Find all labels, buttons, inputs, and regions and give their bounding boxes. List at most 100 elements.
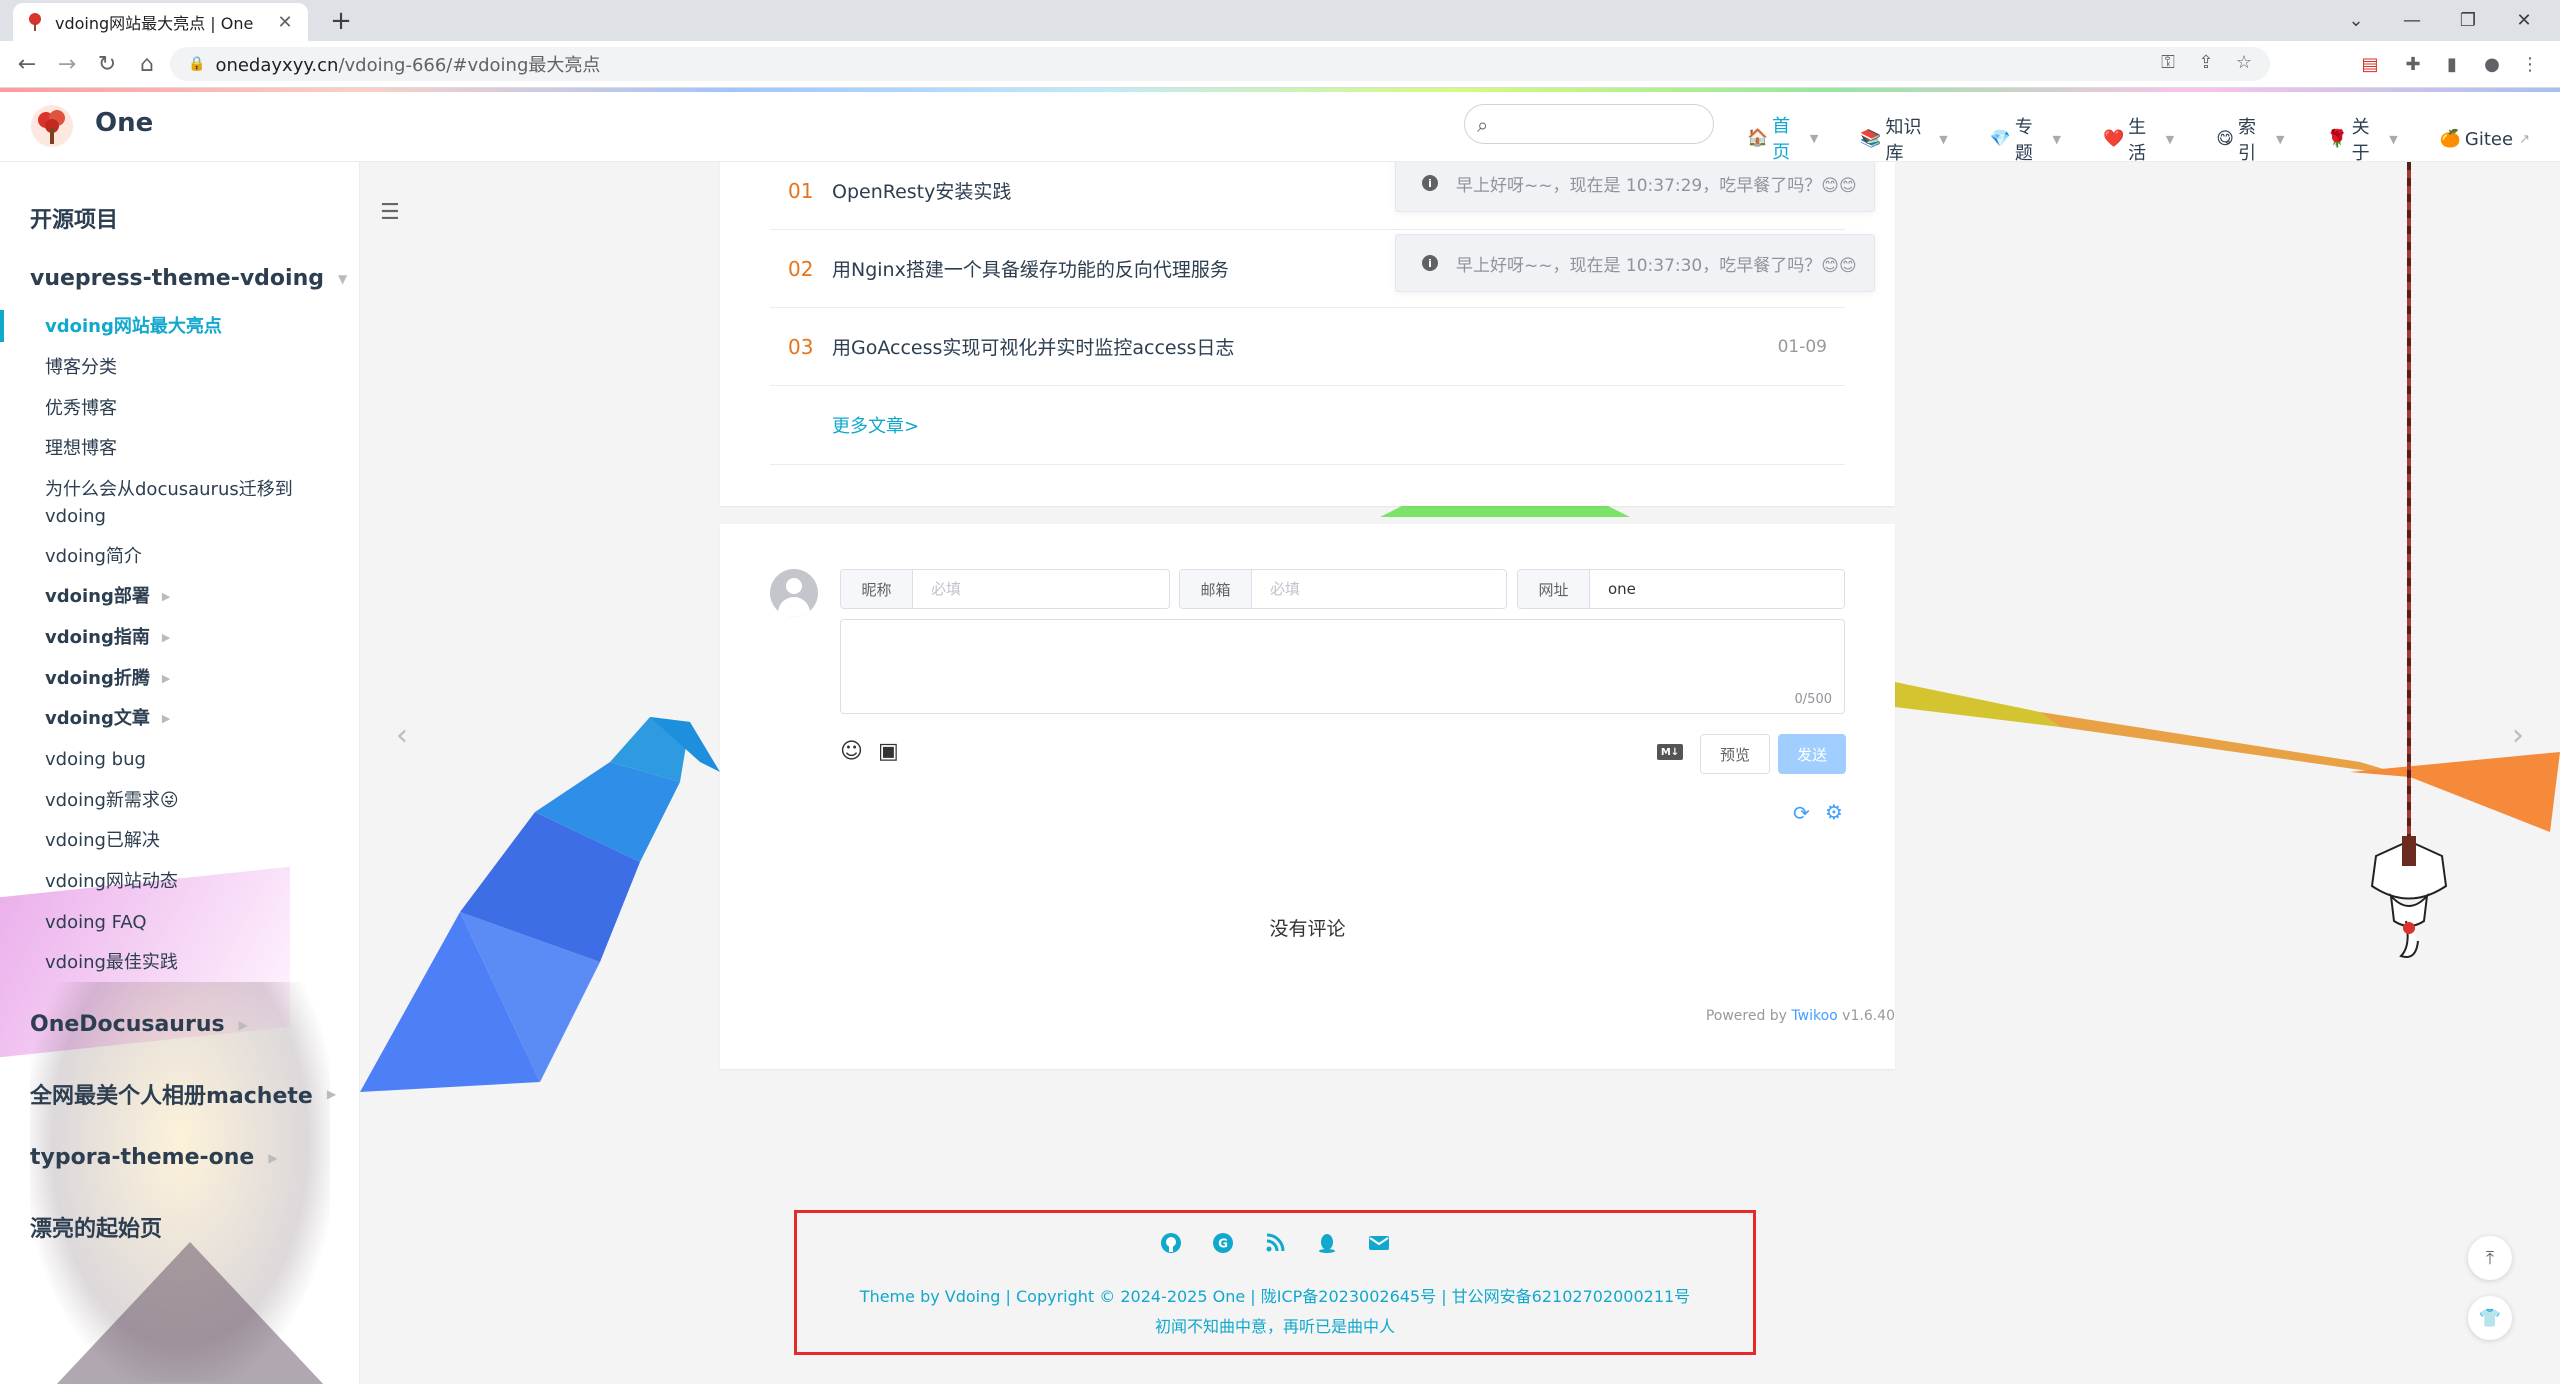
- theme-switch-button[interactable]: 👕: [2468, 1296, 2512, 1340]
- site-search-input[interactable]: ⌕: [1464, 104, 1714, 144]
- lock-icon: 🔒: [188, 56, 206, 72]
- new-tab-button[interactable]: +: [326, 6, 356, 36]
- rss-icon[interactable]: [1263, 1231, 1287, 1255]
- divider: [770, 464, 1845, 465]
- emoji-icon[interactable]: ☺: [840, 739, 863, 764]
- url-host: onedayxyy.cn: [215, 55, 339, 76]
- prev-page-arrow-icon[interactable]: ‹: [396, 718, 408, 753]
- site-name[interactable]: One: [95, 108, 153, 138]
- sidebar-folder-guide[interactable]: vdoing指南 ▶: [45, 624, 315, 651]
- sidebar-item-excellent-blogs[interactable]: 优秀博客: [45, 395, 315, 422]
- close-window-button[interactable]: ✕: [2496, 0, 2552, 41]
- gitee-icon[interactable]: G: [1211, 1231, 1235, 1255]
- reload-icon[interactable]: ↻: [92, 49, 122, 79]
- sidebar-group-vdoing[interactable]: vuepress-theme-vdoing ▼: [30, 266, 347, 291]
- browser-tab[interactable]: vdoing网站最大亮点 | One ✕: [13, 3, 308, 41]
- sidebar-item-ideal-blogs[interactable]: 理想博客: [45, 435, 315, 462]
- home-emoji-icon: 🏠: [1747, 128, 1769, 148]
- main-content: ☰ ‹ › 01 OpenResty安装实践 01-18 02 用Nginx搭建…: [360, 162, 2560, 1384]
- extensions-puzzle-icon[interactable]: ✚: [2398, 49, 2428, 79]
- sidebar-item-bug[interactable]: vdoing bug: [45, 746, 315, 773]
- sidebar-toggle-icon[interactable]: ☰: [380, 200, 400, 225]
- browser-menu-icon[interactable]: ⋮: [2515, 49, 2545, 79]
- bookmark-star-icon[interactable]: ☆: [2232, 52, 2256, 73]
- site-favicon-icon: [25, 12, 45, 32]
- github-icon[interactable]: [1159, 1231, 1183, 1255]
- share-icon[interactable]: ⇪: [2194, 52, 2218, 73]
- sidebar-item-migration[interactable]: 为什么会从docusaurus迁移到vdoing: [45, 476, 315, 530]
- chevron-right-icon: ▶: [161, 672, 171, 685]
- chevron-down-icon: ▼: [2389, 132, 2398, 146]
- twikoo-link[interactable]: Twikoo: [1791, 1008, 1837, 1024]
- website-input[interactable]: [1590, 570, 1844, 608]
- books-emoji-icon: 📚: [1860, 129, 1882, 149]
- sidebar-item-best-practice[interactable]: vdoing最佳实践: [45, 949, 315, 976]
- send-button[interactable]: 发送: [1778, 734, 1846, 774]
- footer-social-icons: G: [797, 1231, 1753, 1255]
- url-bar[interactable]: 🔒 onedayxyy.cn/vdoing-666/#vdoing最大亮点 ⚿ …: [170, 47, 2270, 81]
- image-upload-icon[interactable]: ▣: [878, 739, 899, 764]
- yum-emoji-icon: 😋: [2216, 129, 2234, 149]
- recent-articles-card: 01 OpenResty安装实践 01-18 02 用Nginx搭建一个具备缓存…: [720, 162, 1895, 506]
- article-row[interactable]: 03 用GoAccess实现可视化并实时监控access日志 01-09: [770, 308, 1845, 386]
- heart-emoji-icon: ❤️: [2102, 129, 2125, 149]
- sidebar-item-intro[interactable]: vdoing简介: [45, 543, 315, 570]
- info-icon: i: [1422, 175, 1438, 191]
- website-label: 网址: [1518, 570, 1590, 608]
- email-input[interactable]: [1252, 570, 1506, 608]
- sidebar-folder-articles[interactable]: vdoing文章 ▶: [45, 705, 315, 732]
- site-logo-icon[interactable]: [30, 104, 74, 148]
- refresh-icon[interactable]: ⟳: [1793, 801, 1810, 825]
- comment-textarea[interactable]: 0/500: [840, 619, 1845, 714]
- greeting-toast: i 早上好呀~~，现在是 10:37:29，吃早餐了吗？😊😊: [1395, 162, 1875, 212]
- nav-item-label: 首页: [1772, 116, 1791, 163]
- sidebar-group-open-source[interactable]: 开源项目: [30, 202, 118, 234]
- gear-icon[interactable]: ⚙: [1825, 800, 1843, 824]
- site-footer: G Theme by Vdoing | Copyright © 2024-202…: [794, 1210, 1756, 1355]
- commenter-avatar: [770, 569, 818, 617]
- forward-icon[interactable]: →: [52, 49, 82, 79]
- email-field: 邮箱: [1179, 569, 1507, 609]
- sidebar-item-resolved[interactable]: vdoing已解决: [45, 827, 315, 854]
- sidebar-group-typora[interactable]: typora-theme-one ▶: [30, 1145, 278, 1170]
- sidebar-item-new-requests[interactable]: vdoing新需求😜: [45, 787, 315, 814]
- home-icon[interactable]: ⌂: [132, 49, 162, 79]
- powered-by: Powered by Twikoo v1.6.40: [1705, 1008, 1895, 1024]
- tab-title: vdoing网站最大亮点 | One: [55, 14, 254, 33]
- tab-search-icon[interactable]: ⌄: [2328, 0, 2384, 41]
- email-icon[interactable]: [1367, 1231, 1391, 1255]
- more-articles-link[interactable]: 更多文章>: [832, 412, 919, 438]
- back-icon[interactable]: ←: [12, 49, 42, 79]
- key-icon[interactable]: ⚿: [2156, 52, 2180, 73]
- restore-button[interactable]: ❐: [2440, 0, 2496, 41]
- hanging-cat-mascot[interactable]: [2366, 836, 2452, 966]
- site-navbar: One ⌕ 🏠 首页 ▼ 📚 知识库 ▼ 💎 专题 ▼ ❤️ 生活 ▼ 😋 索引…: [0, 92, 2560, 174]
- sidebar-group-onedocusaurus[interactable]: OneDocusaurus ▶: [30, 1012, 248, 1037]
- svg-text:G: G: [1218, 1237, 1228, 1251]
- sidebar-group-machete[interactable]: 全网最美个人相册machete ▶: [30, 1078, 336, 1110]
- minimize-button[interactable]: —: [2384, 0, 2440, 41]
- sidebar-item-faq[interactable]: vdoing FAQ: [45, 909, 315, 936]
- nav-item-label: 专题: [2014, 117, 2033, 164]
- qq-icon[interactable]: [1315, 1231, 1339, 1255]
- chevron-right-icon: ▶: [161, 631, 171, 644]
- side-panel-icon[interactable]: ▮: [2437, 49, 2467, 79]
- sidebar-item-blog-category[interactable]: 博客分类: [45, 354, 315, 381]
- footer-copyright[interactable]: Theme by Vdoing | Copyright © 2024-2025 …: [797, 1283, 1753, 1307]
- profile-avatar-icon[interactable]: ●: [2477, 49, 2507, 79]
- sidebar-item-site-news[interactable]: vdoing网站动态: [45, 868, 315, 895]
- preview-button[interactable]: 预览: [1700, 734, 1770, 774]
- next-page-arrow-icon[interactable]: ›: [2512, 718, 2524, 753]
- nickname-label: 昵称: [841, 570, 913, 608]
- sidebar-folder-deploy[interactable]: vdoing部署 ▶: [45, 583, 315, 610]
- sidebar-item-vdoing-highlights[interactable]: vdoing网站最大亮点: [45, 313, 315, 340]
- tab-close-icon[interactable]: ✕: [274, 12, 296, 33]
- article-title[interactable]: 用GoAccess实现可视化并实时监控access日志: [832, 333, 1778, 360]
- browser-tab-strip: vdoing网站最大亮点 | One ✕ + ⌄ — ❐ ✕: [0, 0, 2560, 41]
- sidebar-folder-tinker[interactable]: vdoing折腾 ▶: [45, 665, 315, 692]
- nickname-input[interactable]: [913, 570, 1169, 608]
- markdown-icon[interactable]: M↓: [1657, 744, 1683, 760]
- sidebar-group-startpage[interactable]: 漂亮的起始页: [30, 1211, 162, 1243]
- extension-red-icon[interactable]: ▤: [2355, 49, 2385, 79]
- back-to-top-button[interactable]: ⤒: [2468, 1236, 2512, 1280]
